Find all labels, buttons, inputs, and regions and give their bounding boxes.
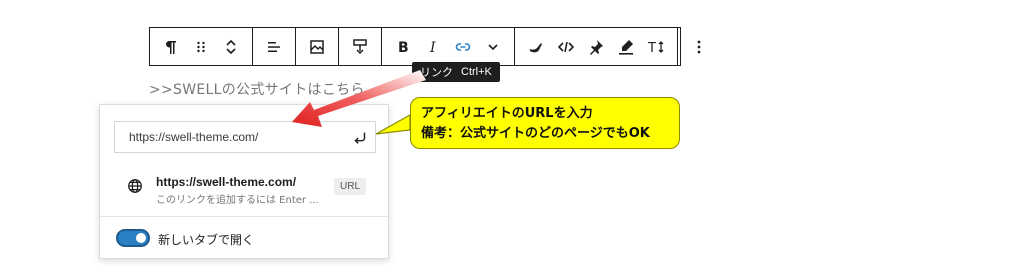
submit-icon[interactable] (351, 129, 369, 147)
highlighter-icon[interactable] (521, 28, 551, 65)
italic-icon[interactable]: I (418, 28, 448, 65)
toolbar-group-options (678, 28, 720, 65)
format-icon[interactable] (345, 28, 375, 65)
svg-text:B: B (398, 40, 409, 56)
suggestion-hint: このリンクを追加するには Enter ... (156, 195, 319, 206)
popover-divider (100, 216, 388, 217)
tooltip-label: リンク (420, 67, 453, 79)
pilcrow-icon[interactable] (156, 28, 186, 65)
globe-icon (128, 179, 142, 193)
move-updown-icon[interactable] (216, 28, 246, 65)
code-icon[interactable] (551, 28, 581, 65)
text-size-icon[interactable]: T (641, 28, 671, 65)
toolbar-group-format (339, 28, 382, 65)
svg-text:I: I (429, 40, 436, 56)
callout-line1: アフィリエイトのURLを入力 (421, 106, 593, 121)
toggle-knob (136, 233, 146, 243)
more-chevron-icon[interactable] (478, 28, 508, 65)
link-suggestion[interactable]: https://swell-theme.com/ このリンクを追加するには En… (100, 167, 388, 215)
toolbar-group-block (150, 28, 253, 65)
bold-icon[interactable]: B (388, 28, 418, 65)
drag-handle-icon[interactable] (186, 28, 216, 65)
toolbar-group-text: B I (382, 28, 515, 65)
link-icon[interactable] (448, 28, 478, 65)
block-toolbar: B I T (149, 27, 701, 66)
suggestion-badge: URL (334, 178, 367, 195)
toolbar-group-align (253, 28, 296, 65)
suggestion-url: https://swell-theme.com/ (156, 175, 297, 189)
url-input-value: https://swell-theme.com/ (129, 130, 259, 144)
options-icon[interactable] (684, 28, 714, 65)
callout-line2: 備考：公式サイトのどのページでもOK (421, 126, 650, 141)
paragraph-text[interactable]: >>SWELLの公式サイトはこちら (149, 79, 365, 99)
pin-icon[interactable] (581, 28, 611, 65)
tooltip-shortcut: Ctrl+K (461, 66, 492, 78)
link-tooltip: リンク Ctrl+K (412, 62, 500, 82)
link-popover: https://swell-theme.com/ https://swell-t… (99, 104, 389, 259)
svg-text:T: T (647, 41, 656, 56)
new-tab-toggle-label: 新しいタブで開く (158, 233, 255, 247)
marker-icon[interactable] (611, 28, 641, 65)
align-left-icon[interactable] (259, 28, 289, 65)
toolbar-group-extra: T (515, 28, 678, 65)
toolbar-group-image (296, 28, 339, 65)
image-icon[interactable] (302, 28, 332, 65)
new-tab-toggle[interactable] (116, 229, 150, 247)
annotation-callout: アフィリエイトのURLを入力 備考：公式サイトのどのページでもOK (410, 97, 680, 149)
url-input[interactable]: https://swell-theme.com/ (114, 121, 376, 153)
